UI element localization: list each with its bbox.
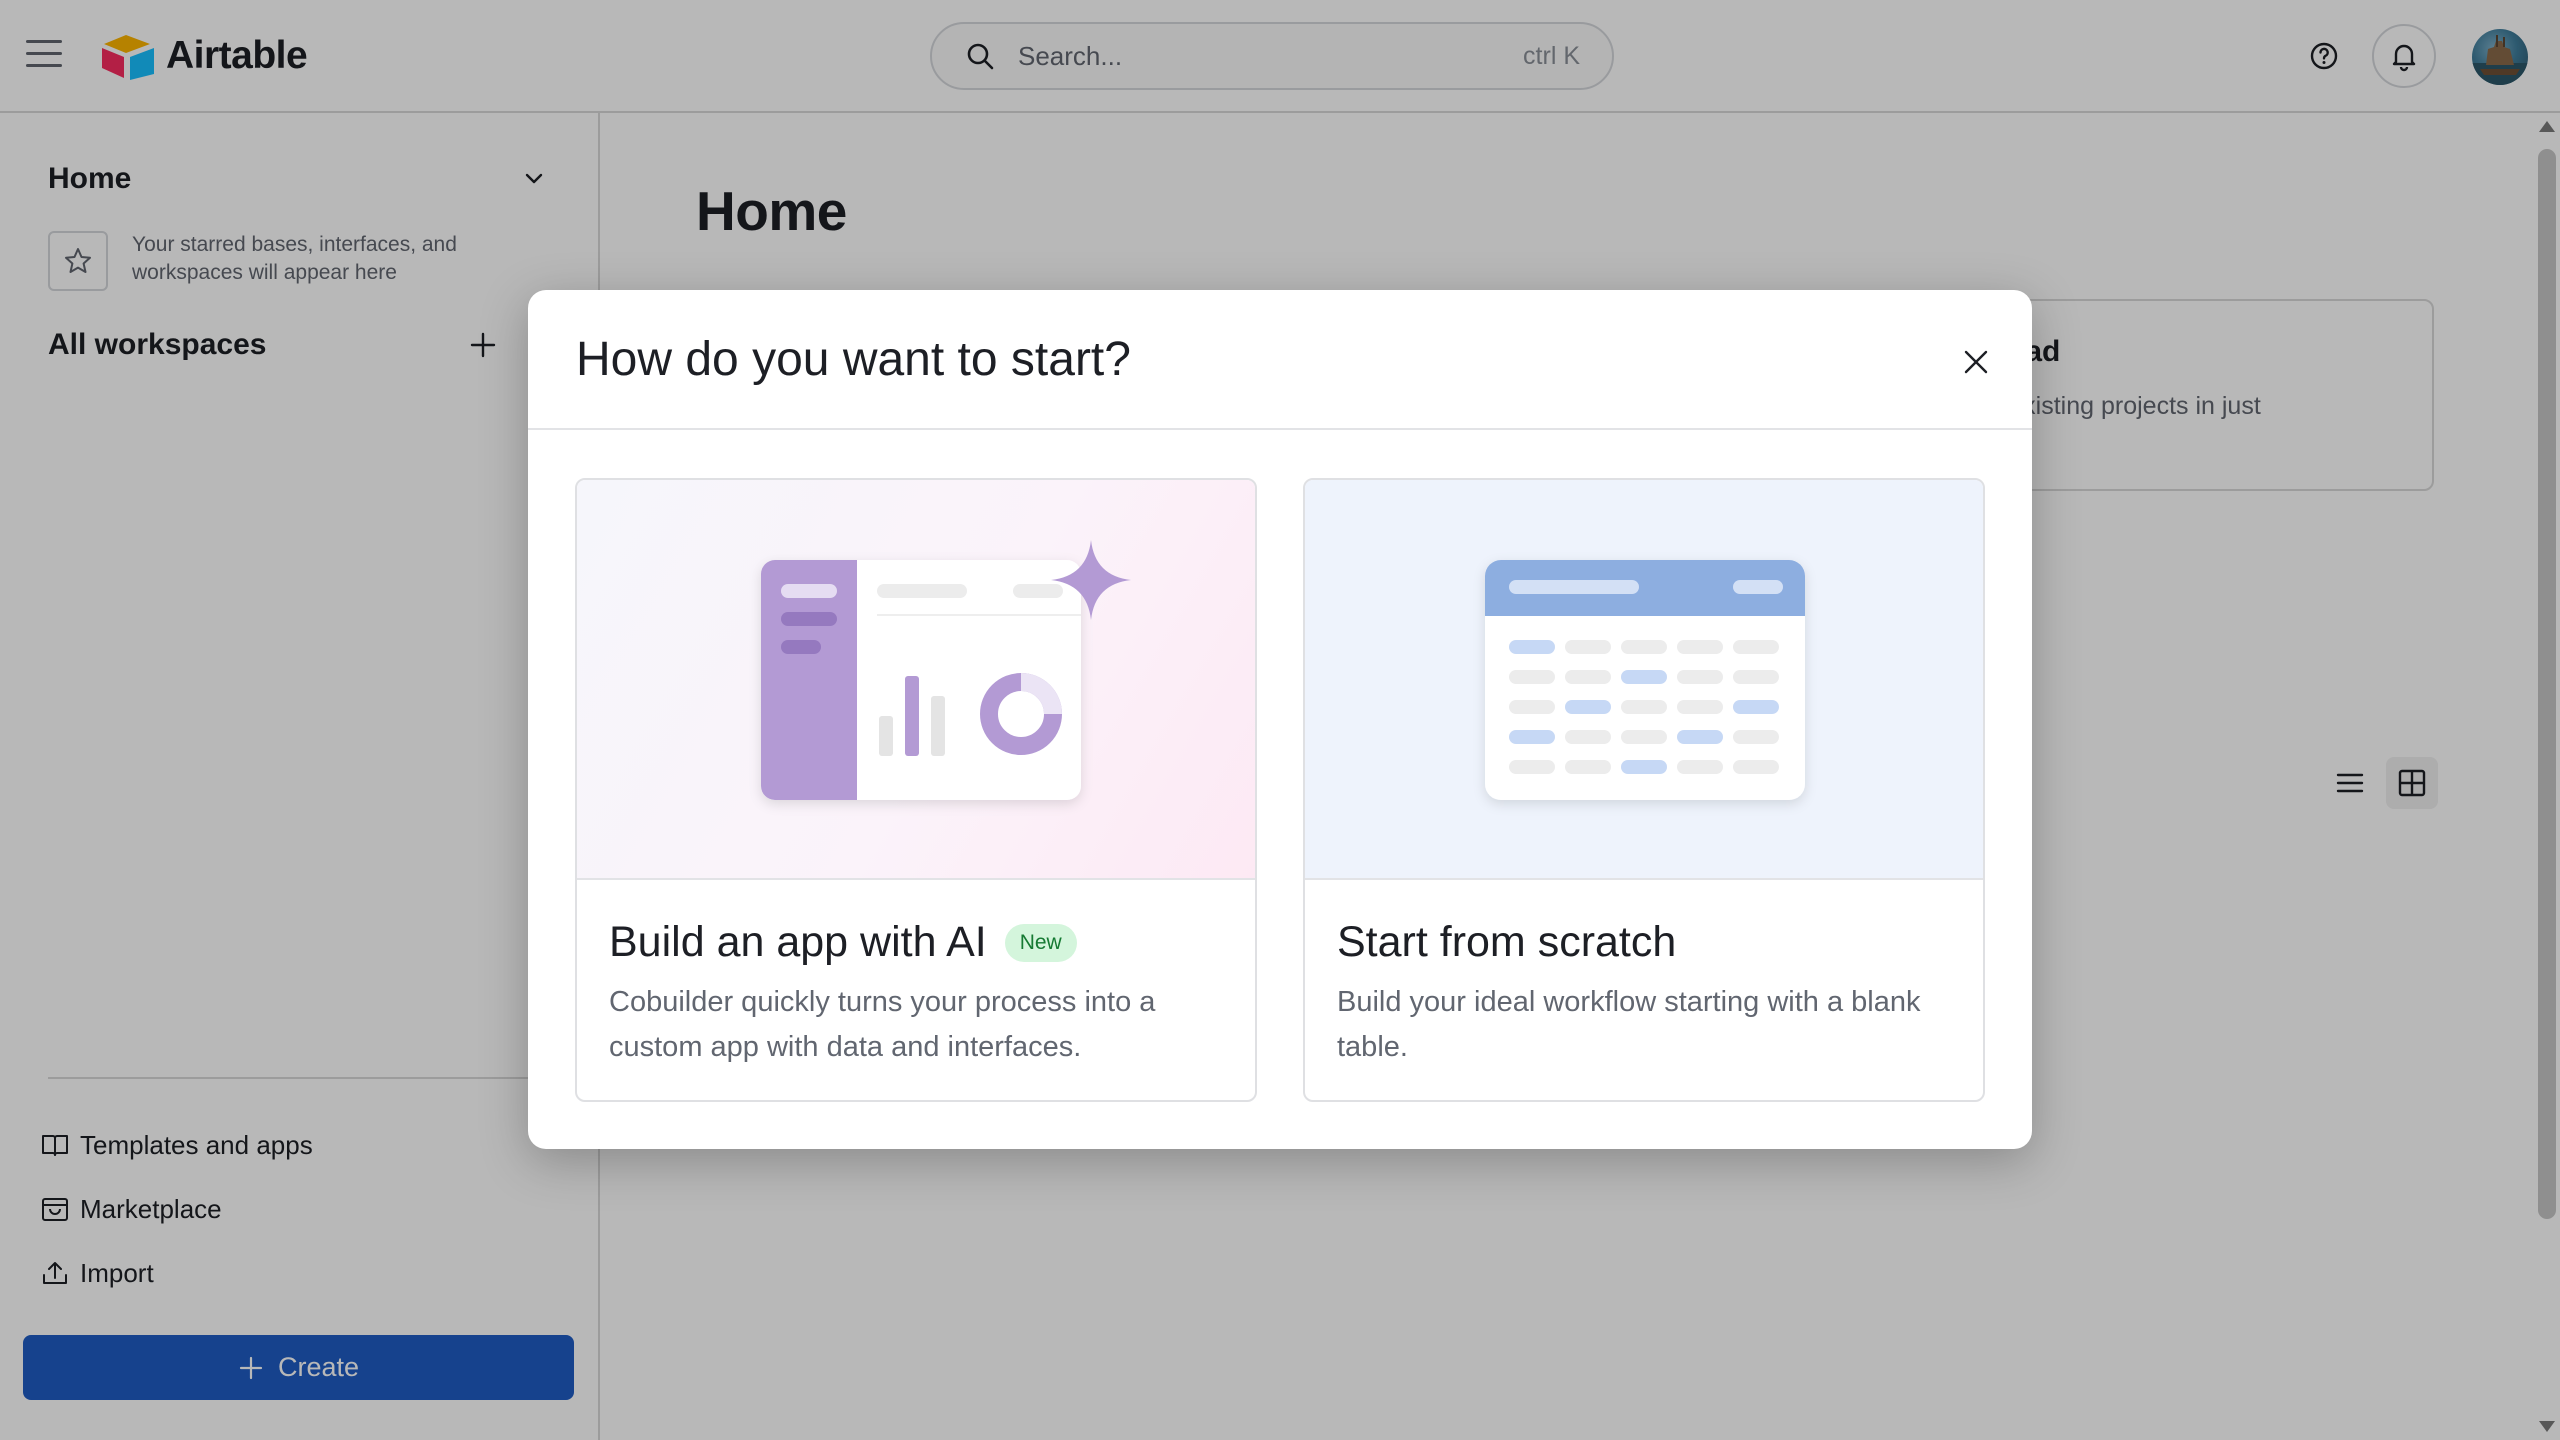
blank-table-illustration: [1485, 560, 1805, 800]
new-badge: New: [1004, 923, 1077, 962]
build-with-ai-option[interactable]: Build an app with AI New Cobuilder quick…: [575, 478, 1257, 1102]
scratch-option-description: Build your ideal workflow starting with …: [1337, 986, 1921, 1063]
close-button[interactable]: [1946, 332, 2006, 392]
close-icon: [1964, 350, 1988, 374]
airtable-app: Airtable Search... ctrl K Home Your star…: [0, 0, 2560, 1440]
start-from-scratch-option[interactable]: Start from scratch Build your ideal work…: [1303, 478, 1985, 1102]
dialog-header: How do you want to start?: [528, 290, 2032, 430]
dialog-title: How do you want to start?: [576, 333, 1131, 386]
scratch-option-heading: Start from scratch: [1337, 918, 1676, 967]
ai-option-heading: Build an app with AI New: [609, 918, 1077, 967]
scratch-illustration: [1305, 480, 1983, 880]
ai-option-description: Cobuilder quickly turns your process int…: [609, 986, 1156, 1063]
scratch-option-title: Start from scratch: [1337, 918, 1677, 966]
ai-dashboard-illustration: [761, 540, 1131, 800]
start-dialog: How do you want to start? Build an app w…: [528, 290, 2032, 1149]
ai-option-title: Build an app with AI: [609, 918, 987, 966]
ai-app-illustration: [577, 480, 1255, 880]
